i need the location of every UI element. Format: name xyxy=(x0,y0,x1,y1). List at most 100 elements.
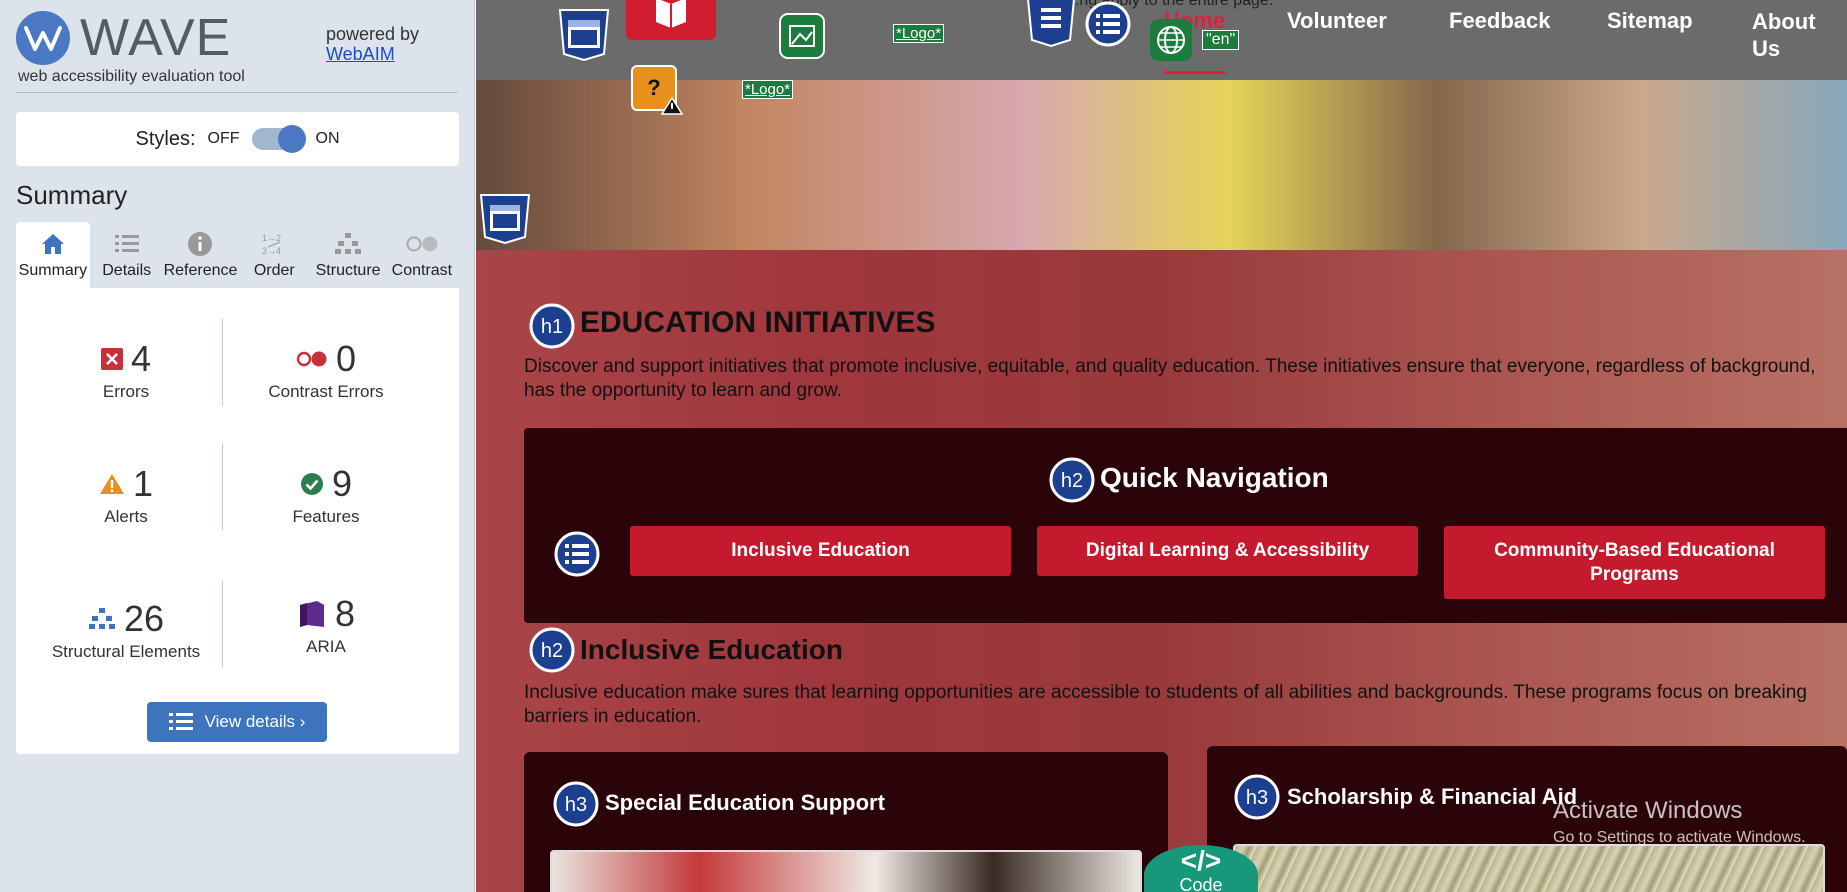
nav-sitemap[interactable]: Sitemap xyxy=(1607,8,1693,34)
nav-volunteer[interactable]: Volunteer xyxy=(1287,8,1387,34)
heading-level-label: h1 xyxy=(541,316,563,338)
heading-level-label: h3 xyxy=(1246,787,1268,809)
quick-nav-inclusive-education[interactable]: Inclusive Education xyxy=(630,526,1011,576)
features-count: 9 xyxy=(331,463,353,504)
stat-alerts[interactable]: 1 Alerts xyxy=(26,463,226,527)
tab-order[interactable]: 1→2 3→4 Order xyxy=(237,222,311,288)
wave-logo-icon xyxy=(16,11,70,65)
stat-features[interactable]: 9 Features xyxy=(226,463,426,527)
activate-title: Activate Windows xyxy=(1553,797,1743,824)
tab-summary[interactable]: Summary xyxy=(16,222,90,288)
tab-structure[interactable]: Structure xyxy=(311,222,385,288)
logo-alt-badge[interactable]: *Logo* xyxy=(742,80,794,99)
structural-count: 26 xyxy=(123,598,165,639)
contrast-errors-label: Contrast Errors xyxy=(268,382,384,401)
quick-nav-digital-learning[interactable]: Digital Learning & Accessibility xyxy=(1037,526,1418,576)
aria-nav-icon[interactable] xyxy=(1025,0,1077,53)
tab-details[interactable]: Details xyxy=(90,222,164,288)
styles-on-label: ON xyxy=(315,130,340,147)
webaim-link[interactable]: WebAIM xyxy=(326,44,395,64)
tab-label: Contrast xyxy=(391,262,453,279)
list-structure-icon[interactable] xyxy=(1084,0,1132,53)
alert-icon xyxy=(99,474,124,494)
wave-wordmark: WAVE xyxy=(80,9,232,67)
wave-sidebar: WAVE web accessibility evaluation tool p… xyxy=(0,0,475,892)
list-icon xyxy=(114,230,140,258)
tab-label: Reference xyxy=(163,262,238,279)
aria-icon xyxy=(299,601,324,627)
wave-logo[interactable]: WAVE xyxy=(16,8,231,68)
powered-by: powered by WebAIM xyxy=(326,24,419,64)
tab-label: Details xyxy=(102,262,152,279)
structure-icon xyxy=(334,230,362,258)
styles-toggle[interactable] xyxy=(251,125,306,153)
page-title: EDUCATION INITIATIVES xyxy=(580,306,936,339)
structure-icon xyxy=(88,608,115,629)
stats-grid: 4 Errors 0 Contrast Errors 1 Alerts 9 Fe… xyxy=(16,288,459,688)
stat-aria[interactable]: 8 ARIA xyxy=(226,593,426,657)
nav-feedback[interactable]: Feedback xyxy=(1449,8,1551,34)
stat-errors[interactable]: 4 Errors xyxy=(26,338,226,402)
lang-badge[interactable]: "en" xyxy=(1202,30,1240,50)
aria-count: 8 xyxy=(334,593,356,634)
h3-heading-icon[interactable]: h3 xyxy=(552,780,600,833)
language-icon[interactable] xyxy=(1149,18,1193,67)
powered-by-label: powered by xyxy=(326,24,420,44)
aria-landmark-icon[interactable] xyxy=(478,192,532,251)
intro-paragraph: Discover and support initiatives that pr… xyxy=(524,356,1816,401)
card-image xyxy=(550,850,1142,892)
order-icon: 1→2 3→4 xyxy=(260,230,288,258)
stat-contrast-errors[interactable]: 0 Contrast Errors xyxy=(226,338,426,402)
tab-contrast[interactable]: Contrast xyxy=(385,222,459,288)
code-panel-toggle[interactable]: </> Code xyxy=(1144,845,1258,892)
tab-bar: Summary Details Reference 1→2 3→4 Order S… xyxy=(16,222,459,288)
error-icon xyxy=(100,348,123,370)
errors-label: Errors xyxy=(102,382,150,401)
errors-count: 4 xyxy=(130,338,152,379)
alerts-count: 1 xyxy=(132,463,154,504)
svg-text:1→2: 1→2 xyxy=(262,233,281,243)
svg-text:?: ? xyxy=(647,75,660,100)
svg-text:3→4: 3→4 xyxy=(262,246,281,256)
toggle-knob[interactable] xyxy=(277,125,306,153)
h2-heading-icon[interactable]: h2 xyxy=(528,626,576,679)
quick-navigation-title: Quick Navigation xyxy=(1100,462,1329,493)
feature-icon xyxy=(300,473,323,495)
quick-nav-community-programs[interactable]: Community-Based Educational Programs xyxy=(1444,526,1825,599)
styles-off-label: OFF xyxy=(207,130,240,147)
summary-panel: Summary Details Reference 1→2 3→4 Order S… xyxy=(16,222,459,754)
card-title: Scholarship & Financial Aid xyxy=(1287,784,1578,809)
aria-landmark-icon[interactable] xyxy=(556,6,612,67)
list-icon xyxy=(168,713,193,730)
inclusive-education-heading: Inclusive Education xyxy=(580,634,843,665)
linked-image-icon[interactable] xyxy=(778,12,826,65)
contrast-error-icon xyxy=(296,351,327,367)
tab-label: Summary xyxy=(18,262,88,279)
wave-tagline: web accessibility evaluation tool xyxy=(18,68,245,85)
activate-subtitle: Go to Settings to activate Windows. xyxy=(1553,829,1806,846)
h1-heading-icon[interactable]: h1 xyxy=(528,302,576,355)
tab-label: Order xyxy=(253,262,295,279)
logo-alt-badge[interactable]: *Logo* xyxy=(893,24,945,43)
stat-structural[interactable]: 26 Structural Elements xyxy=(26,598,226,662)
view-details-label: View details › xyxy=(204,712,306,731)
card-image xyxy=(1233,844,1825,892)
home-icon xyxy=(40,230,66,258)
aria-book-icon[interactable] xyxy=(626,0,716,45)
tab-label: Structure xyxy=(315,262,381,279)
styles-label: Styles: xyxy=(135,127,196,150)
windows-activation-watermark: Activate Windows Go to Settings to activ… xyxy=(1553,797,1806,847)
list-structure-icon[interactable] xyxy=(553,530,601,583)
tab-reference[interactable]: Reference xyxy=(163,222,238,288)
heading-level-label: h2 xyxy=(1061,470,1083,492)
evaluated-page: ...ng apply to the entire page. Home Vol… xyxy=(476,0,1847,892)
h3-heading-icon[interactable]: h3 xyxy=(1233,773,1281,826)
divider xyxy=(16,92,458,93)
view-details-button[interactable]: View details › xyxy=(147,702,327,742)
styles-toggle-box: Styles: OFF ON xyxy=(16,112,459,166)
nav-about[interactable]: About Us xyxy=(1752,8,1832,62)
h2-heading-icon[interactable]: h2 xyxy=(1048,456,1096,509)
heading-level-label: h3 xyxy=(565,794,587,816)
inclusive-education-paragraph: Inclusive education make sures that lear… xyxy=(524,682,1807,727)
alert-question-icon[interactable]: ? xyxy=(630,64,684,123)
